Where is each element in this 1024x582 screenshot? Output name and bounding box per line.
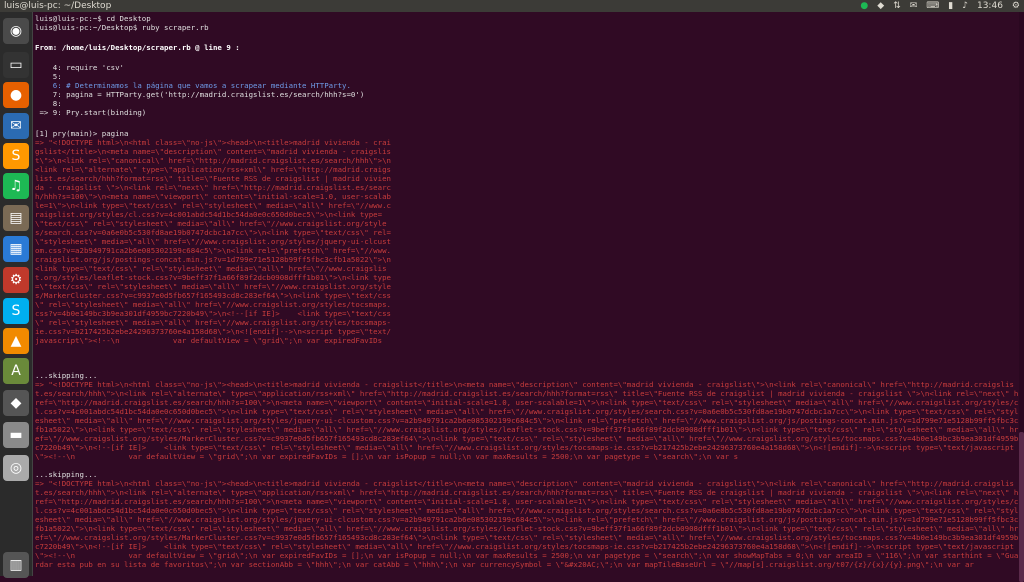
skipping-text: ...skipping...: [35, 470, 98, 479]
vlc-icon[interactable]: ▲: [3, 328, 29, 354]
volume-icon[interactable]: ♪: [962, 0, 968, 12]
output-block: => "<!DOCTYPE html>\n<html class=\"no-js…: [35, 138, 391, 345]
code-line-text: 4: require 'csv': [35, 63, 124, 72]
skype-icon[interactable]: S: [3, 298, 29, 324]
top-panel: luis@luis-pc: ~/Desktop ● ◆ ⇅ ✉ ⌨ ▮ ♪ 13…: [0, 0, 1024, 12]
command-line: luis@luis-pc:~$ cd Desktop: [35, 14, 151, 23]
ubuntu-one-icon[interactable]: ◆: [3, 390, 29, 416]
scrollbar-thumb[interactable]: [1019, 432, 1024, 582]
skipping-text: ...skipping...: [35, 371, 98, 380]
dash-icon[interactable]: ◉: [3, 18, 29, 44]
pry-from-header: From: /home/luis/Desktop/scraper.rb @ li…: [35, 43, 240, 52]
network-icon[interactable]: ⇅: [893, 0, 901, 12]
writer-icon[interactable]: ▦: [3, 236, 29, 262]
trash-icon[interactable]: ▥: [3, 552, 29, 578]
software-updater-icon[interactable]: A: [3, 358, 29, 384]
code-line: 8:: [35, 99, 62, 108]
code-line: 7: pagina = HTTParty.get('http://madrid.…: [35, 90, 365, 99]
code-line: 5:: [35, 72, 62, 81]
spotify-icon[interactable]: ●: [860, 0, 868, 12]
code-line-current: => 9: Pry.start(binding): [35, 108, 147, 117]
launcher: ◉ ▭ ● ✉ S ♫ ▤ ▦ ⚙ S ▲ A ◆ ▬ ◎ ▥: [0, 12, 33, 578]
gear-icon[interactable]: ⚙: [1012, 0, 1020, 12]
system-tray: ● ◆ ⇅ ✉ ⌨ ▮ ♪ 13:46 ⚙: [860, 0, 1020, 12]
spotify-icon[interactable]: ♫: [3, 173, 29, 199]
terminal-icon[interactable]: ▭: [3, 52, 29, 78]
scrollbar[interactable]: [1019, 12, 1024, 582]
code-line: 4: require 'csv': [35, 63, 124, 72]
output-block: => "<!DOCTYPE html>\n<html class=\"no-js…: [35, 479, 1019, 569]
battery-icon[interactable]: ▮: [948, 0, 953, 12]
output-block: => "<!DOCTYPE html>\n<html class=\"no-js…: [35, 380, 1019, 461]
files-icon[interactable]: ▤: [3, 205, 29, 231]
clock[interactable]: 13:46: [977, 0, 1003, 12]
code-line: 6: # Determinamos la página que vamos a …: [35, 81, 351, 90]
settings-icon[interactable]: ⚙: [3, 267, 29, 293]
keyboard-icon[interactable]: ⌨: [926, 0, 939, 12]
cdrom-icon[interactable]: ◎: [3, 455, 29, 481]
pry-prompt: [1] pry(main)> pagina: [35, 129, 129, 138]
command-line: luis@luis-pc:~/Desktop$ ruby scraper.rb: [35, 23, 209, 32]
terminal[interactable]: luis@luis-pc:~$ cd Desktop luis@luis-pc:…: [33, 12, 1024, 576]
dropbox-icon[interactable]: ◆: [877, 0, 884, 12]
thunderbird-icon[interactable]: ✉: [3, 113, 29, 139]
sublime-icon[interactable]: S: [3, 143, 29, 169]
drive-icon[interactable]: ▬: [3, 422, 29, 448]
mail-icon[interactable]: ✉: [910, 0, 918, 12]
firefox-icon[interactable]: ●: [3, 82, 29, 108]
window-title: luis@luis-pc: ~/Desktop: [4, 1, 112, 11]
